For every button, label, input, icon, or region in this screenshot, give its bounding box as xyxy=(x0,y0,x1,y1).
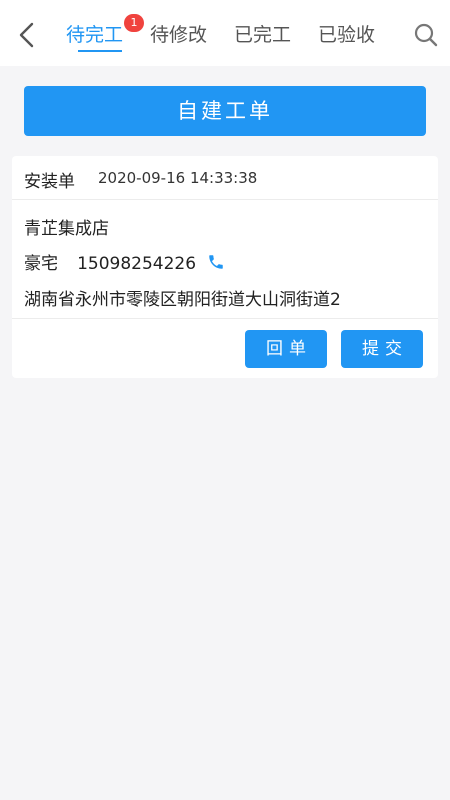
create-work-order-button[interactable]: 自建工单 xyxy=(24,86,426,136)
tab-label: 已完工 xyxy=(234,24,292,46)
tab-label: 待修改 xyxy=(150,24,208,46)
order-timestamp: 2020-09-16 14:33:38 xyxy=(98,169,258,187)
contact-phone[interactable]: 15098254226 xyxy=(77,254,196,274)
contact-row: 豪宅 15098254226 xyxy=(24,249,225,274)
divider xyxy=(12,318,438,319)
tab-bar: 待完工 1 待修改 已完工 已验收 xyxy=(58,0,398,66)
tab-accepted[interactable]: 已验收 xyxy=(318,20,375,56)
order-type: 安装单 xyxy=(24,172,75,192)
active-tab-indicator xyxy=(78,50,122,52)
tab-label: 已验收 xyxy=(318,24,376,46)
search-button[interactable] xyxy=(413,22,439,48)
tab-completed[interactable]: 已完工 xyxy=(234,20,291,56)
phone-icon[interactable] xyxy=(207,253,225,271)
reply-order-button[interactable]: 回单 xyxy=(245,330,327,368)
card-header: 安装单 2020-09-16 14:33:38 xyxy=(12,156,438,200)
search-icon xyxy=(414,23,438,47)
work-order-card: 安装单 2020-09-16 14:33:38 青芷集成店 豪宅 1509825… xyxy=(12,156,438,378)
submit-button[interactable]: 提交 xyxy=(341,330,423,368)
tab-pending-completion[interactable]: 待完工 1 xyxy=(66,14,144,56)
contact-name: 豪宅 xyxy=(24,254,58,274)
tab-pending-modification[interactable]: 待修改 xyxy=(150,20,207,56)
chevron-left-icon xyxy=(19,22,34,48)
back-button[interactable] xyxy=(14,20,42,50)
notification-badge: 1 xyxy=(124,14,144,32)
address: 湖南省永州市零陵区朝阳街道大山洞街道2 xyxy=(24,290,341,310)
tab-label: 待完工 xyxy=(66,24,124,46)
store-name: 青芷集成店 xyxy=(24,219,109,239)
top-bar: 待完工 1 待修改 已完工 已验收 xyxy=(0,0,450,66)
